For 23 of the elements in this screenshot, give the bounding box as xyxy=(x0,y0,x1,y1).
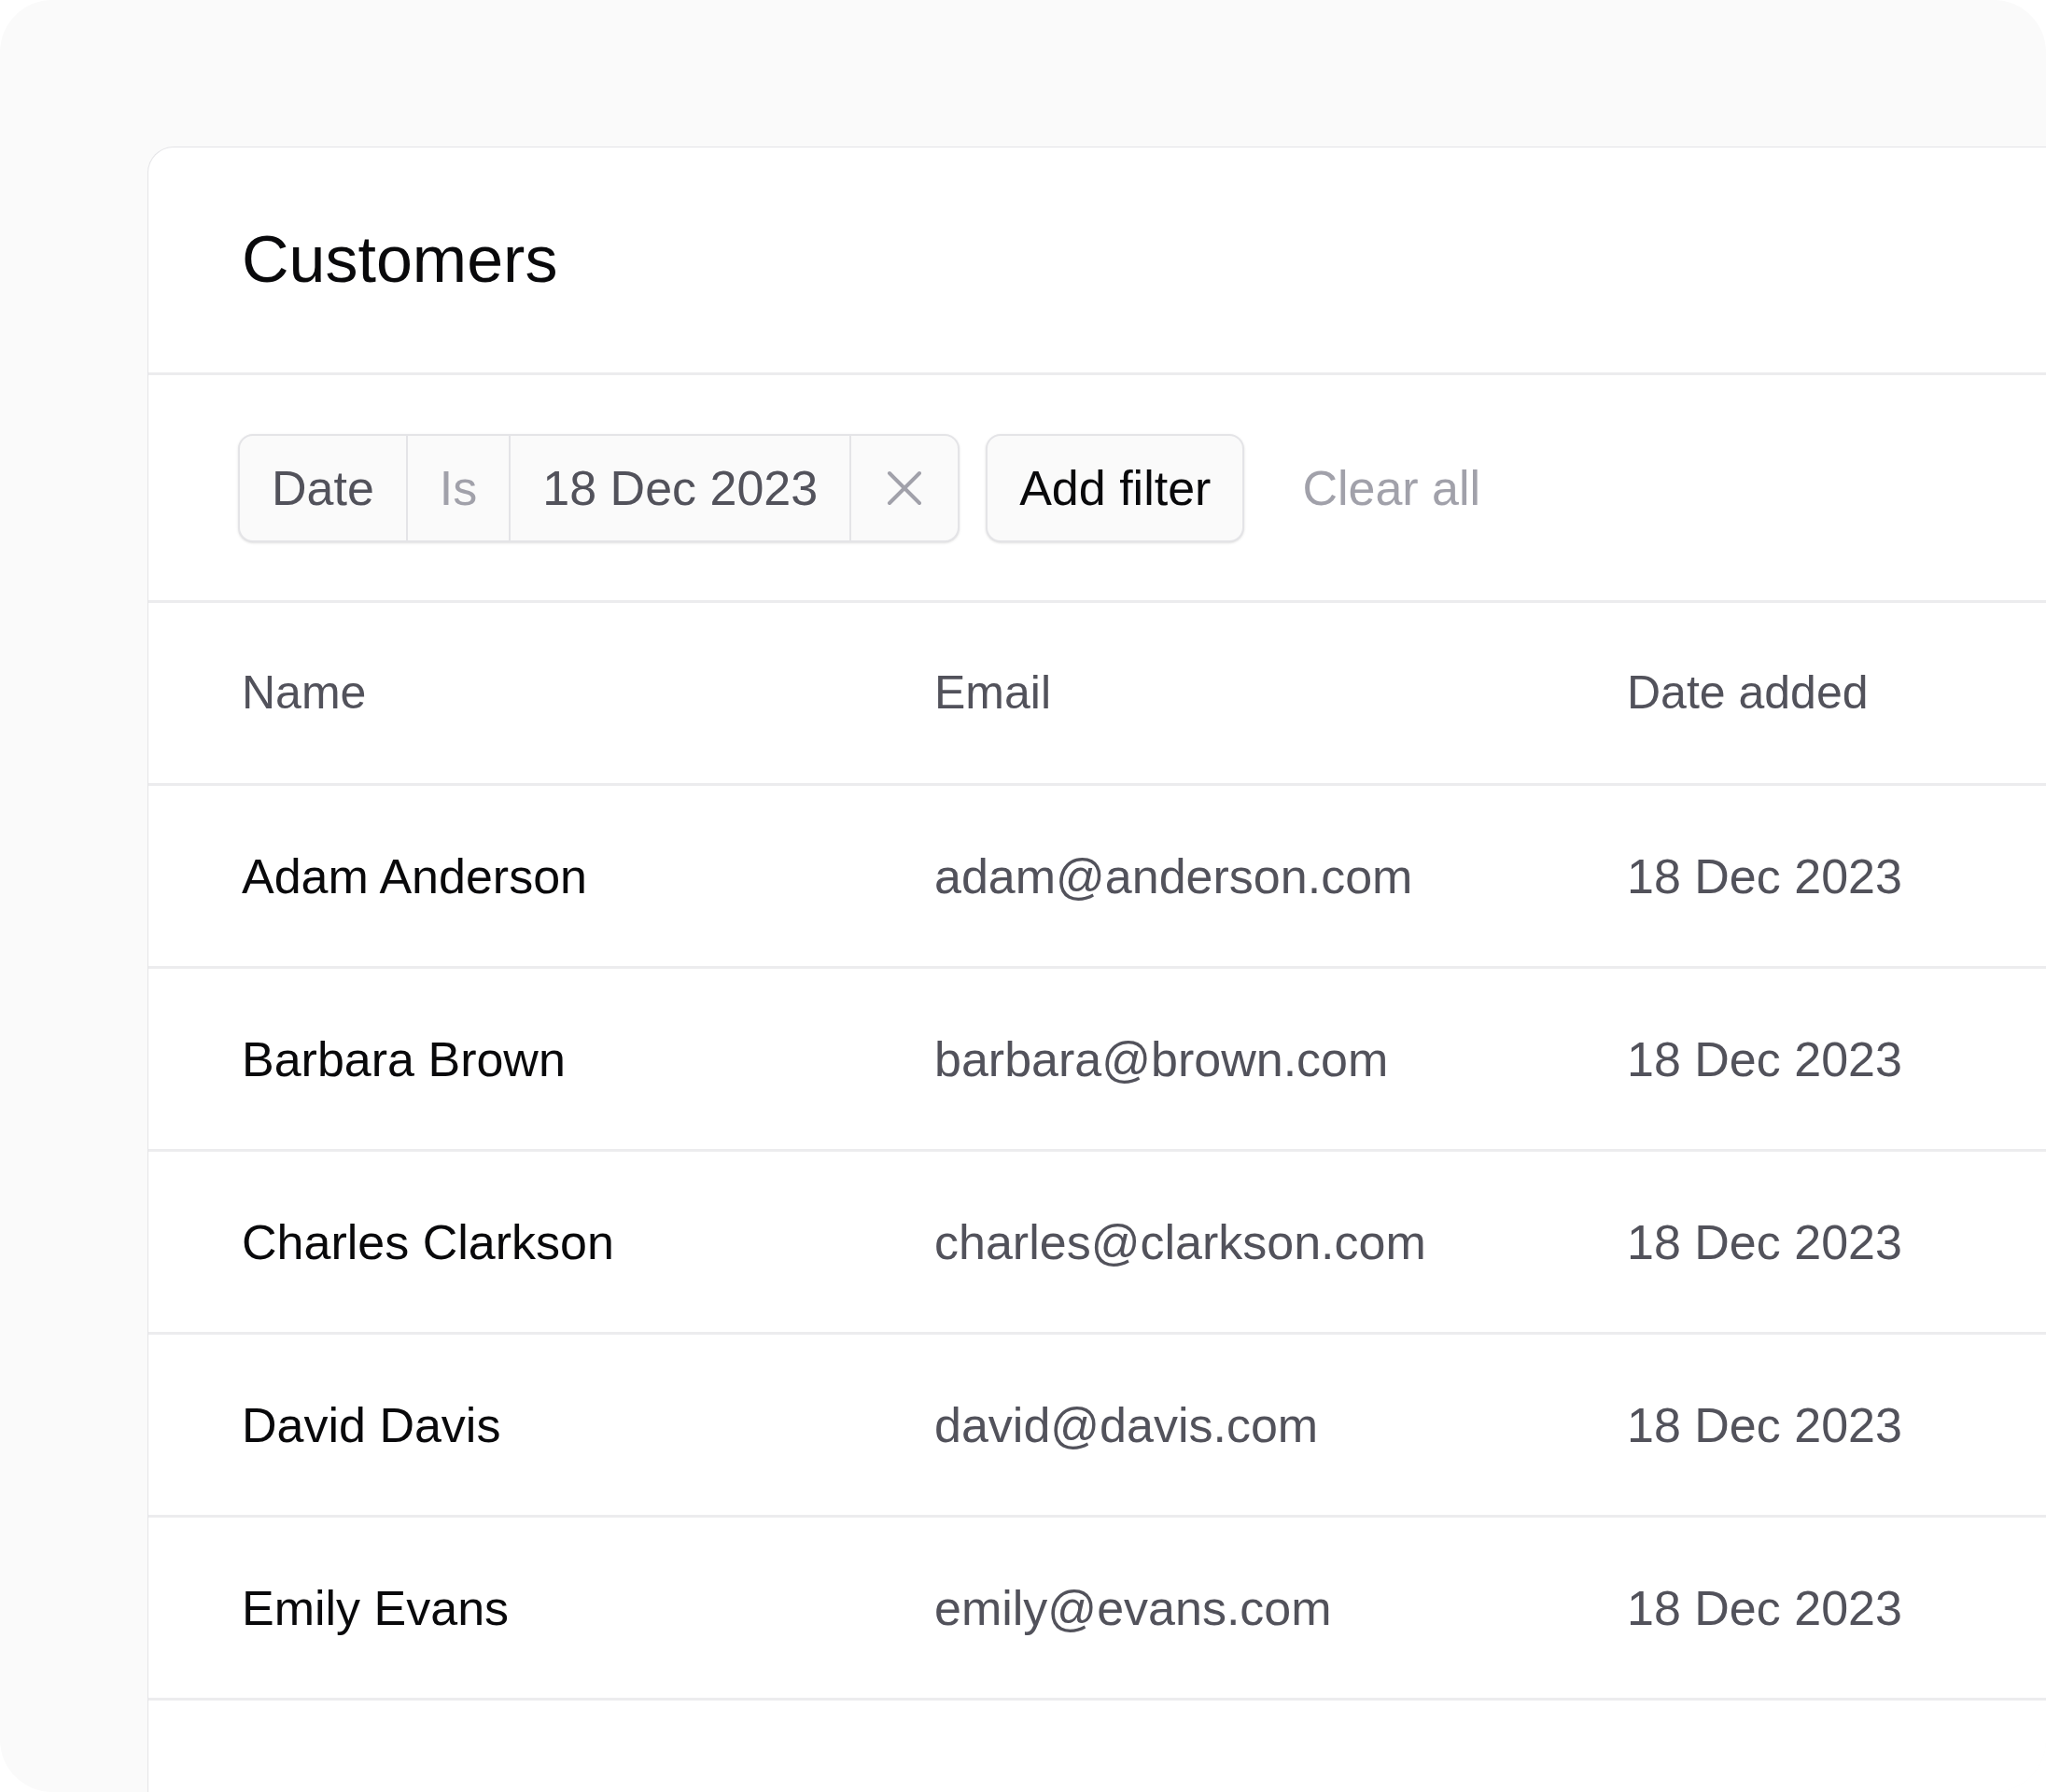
page-title: Customers xyxy=(242,222,558,298)
table-cell-text: Emily Evans xyxy=(242,1579,511,1637)
table-cell-text: david@davis.com xyxy=(934,1396,1320,1454)
table-cell-text: emily@evans.com xyxy=(934,1579,1333,1637)
filter-value[interactable]: 18 Dec 2023 xyxy=(511,435,852,540)
table-cell-text: 18 Dec 2023 xyxy=(1627,1030,1903,1088)
filter-field[interactable]: Date xyxy=(240,435,408,540)
column-header: Name xyxy=(242,665,368,721)
table-cell-text: charles@clarkson.com xyxy=(934,1213,1427,1271)
table-cell-text: adam@anderson.com xyxy=(934,847,1414,905)
table-cell-text: Adam Anderson xyxy=(242,847,589,905)
table-cell-text: 18 Dec 2023 xyxy=(1627,1213,1903,1271)
table-cell-text: Charles Clarkson xyxy=(242,1213,615,1271)
add-filter-button[interactable]: Add filter xyxy=(986,433,1245,542)
table-cell-text: Barbara Brown xyxy=(242,1030,567,1088)
table-cell-text: barbara@brown.com xyxy=(934,1030,1390,1088)
close-icon xyxy=(886,469,924,507)
table-cell-text: 18 Dec 2023 xyxy=(1627,1396,1903,1454)
table-cell-text: 18 Dec 2023 xyxy=(1627,1579,1903,1637)
table-cell-text: David Davis xyxy=(242,1396,502,1454)
column-header: Date added xyxy=(1627,665,1870,721)
column-header: Email xyxy=(934,665,1053,721)
table-cell-text: 18 Dec 2023 xyxy=(1627,847,1903,905)
